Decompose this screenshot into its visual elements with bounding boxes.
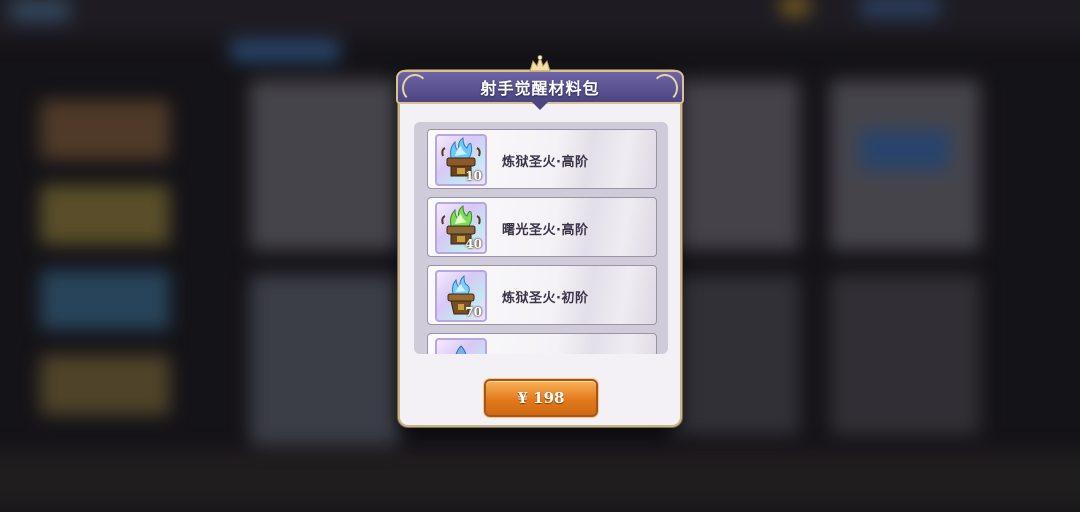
brazier-icon[interactable] xyxy=(435,338,487,354)
blue-flame-brazier-icon[interactable]: 70 xyxy=(435,270,487,322)
green-flame-brazier-icon[interactable]: 40 xyxy=(435,202,487,254)
dialog-title: 射手觉醒材料包 xyxy=(480,79,600,98)
ornament-curl-left-icon xyxy=(402,74,428,102)
item-quantity: 10 xyxy=(465,169,482,183)
item-name: 炼狱圣火·初阶 xyxy=(502,291,589,306)
item-quantity: 70 xyxy=(465,305,482,319)
item-quantity: 40 xyxy=(465,237,482,251)
list-item[interactable]: 40 曙光圣火·高阶 xyxy=(427,197,657,257)
blue-flame-brazier-icon[interactable]: 10 xyxy=(435,134,487,186)
price-label: ¥ 198 xyxy=(517,389,565,407)
title-pointer-icon xyxy=(532,102,548,110)
brazier-icon xyxy=(455,345,467,354)
item-name: 曙光圣火·高阶 xyxy=(502,223,589,238)
item-list[interactable]: 10 炼狱圣火·高阶 40 曙光圣火·高阶 70 炼狱圣火·初阶 xyxy=(414,122,668,354)
item-name: 炼狱圣火·高阶 xyxy=(502,155,589,170)
dialog-title-bar: 射手觉醒材料包 xyxy=(396,55,684,110)
material-pack-dialog: 射手觉醒材料包 10 炼狱圣火·高阶 40 曙光圣火·高阶 70 炼狱圣火·初阶… xyxy=(396,55,684,427)
list-item[interactable] xyxy=(427,333,657,354)
list-item[interactable]: 10 炼狱圣火·高阶 xyxy=(427,129,657,189)
purchase-button[interactable]: ¥ 198 xyxy=(484,379,598,417)
ornament-curl-right-icon xyxy=(652,74,678,102)
list-item[interactable]: 70 炼狱圣火·初阶 xyxy=(427,265,657,325)
crown-ornament-icon xyxy=(529,55,551,72)
